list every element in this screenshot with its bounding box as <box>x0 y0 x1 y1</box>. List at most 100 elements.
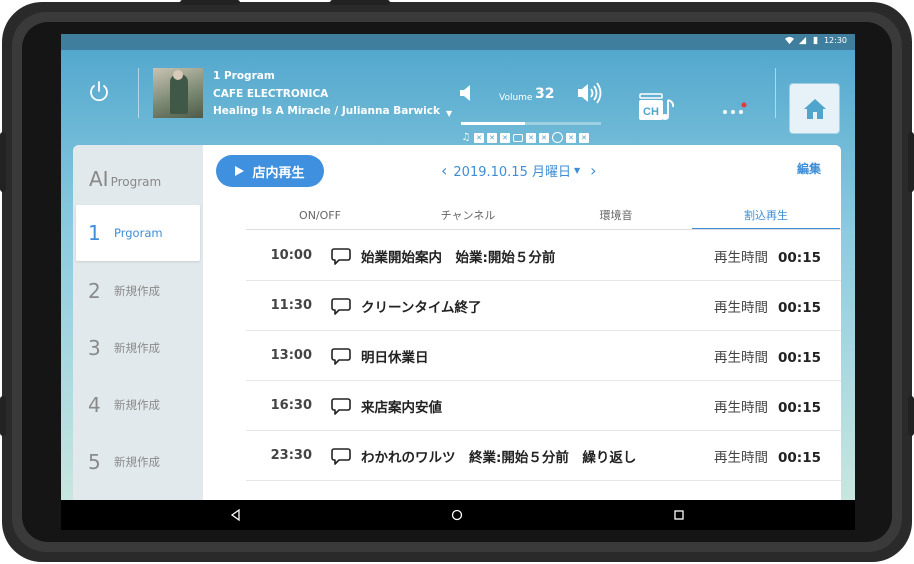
x-box-icon: ✕ <box>500 132 510 143</box>
current-date[interactable]: 2019.10.15 月曜日 <box>453 161 571 180</box>
recents-icon[interactable] <box>672 508 686 522</box>
status-bar: 12:30 <box>61 34 855 50</box>
divider <box>138 68 139 118</box>
track-name: Healing Is A Miracle / Julianna Barwick <box>213 105 440 117</box>
sidebar-item-program-3[interactable]: 3 新規作成 <box>76 320 200 376</box>
duration-value: 00:15 <box>778 299 821 316</box>
bubble-icon <box>513 133 523 142</box>
home-icon <box>803 98 826 119</box>
speech-bubble-icon <box>331 297 351 315</box>
edit-button[interactable]: 編集 <box>797 160 821 177</box>
sidebar-title-program: Program <box>110 175 162 189</box>
slot-label: 新規作成 <box>114 398 160 412</box>
slot-label: 新規作成 <box>114 341 160 355</box>
duration-value: 00:15 <box>778 449 821 466</box>
sidebar-title: AI Program <box>89 167 161 191</box>
x-box-icon: ✕ <box>474 132 484 143</box>
tabs-divider <box>246 229 841 230</box>
top-button <box>330 0 390 5</box>
row-title: クリーンタイム終了 <box>361 299 482 316</box>
side-button <box>908 132 914 192</box>
volume-label: Volume <box>499 93 533 103</box>
sidebar-item-program-2[interactable]: 2 新規作成 <box>76 263 200 319</box>
sidebar-item-program-1[interactable]: 1 Prgoram <box>76 205 200 261</box>
tab-interrupt-play[interactable]: 割込再生 <box>692 204 840 230</box>
sidebar-item-program-5[interactable]: 5 新規作成 <box>76 434 200 490</box>
chevron-right-icon[interactable]: › <box>584 161 602 180</box>
duration-label: 再生時間 <box>714 249 769 266</box>
row-title: 来店案内安値 <box>361 399 442 416</box>
volume-value: 32 <box>535 86 555 102</box>
back-icon[interactable] <box>229 508 243 522</box>
schedule-row[interactable]: 13:00 明日休業日 再生時間 00:15 <box>246 331 841 381</box>
album-figure-head <box>173 70 183 80</box>
slot-label: 新規作成 <box>114 455 160 469</box>
track-info[interactable]: 1 Program CAFE ELECTRONICA Healing Is A … <box>213 68 452 123</box>
slot-label: Prgoram <box>114 226 163 240</box>
circle-icon <box>552 132 563 143</box>
volume-slider[interactable] <box>461 122 601 125</box>
top-button <box>180 0 240 5</box>
volume-up-icon[interactable] <box>577 82 603 104</box>
main-panel: AI Program 1 Prgoram 2 新規作成 3 新規作成 4 新規作成 <box>73 145 841 530</box>
schedule-content: 店内再生 ‹ 2019.10.15 月曜日 ▼ › 編集 ON/OFF チャンネ… <box>203 145 841 530</box>
chevron-down-icon[interactable]: ▼ <box>574 166 580 175</box>
row-time: 11:30 <box>270 298 312 313</box>
notification-dot <box>741 102 747 108</box>
row-duration: 再生時間 00:15 <box>714 446 821 466</box>
slot-number: 1 <box>88 221 101 245</box>
duration-label: 再生時間 <box>714 349 769 366</box>
home-button[interactable] <box>790 84 839 133</box>
speech-bubble-icon <box>331 397 351 415</box>
channel-icon[interactable]: CH <box>638 92 678 126</box>
x-box-icon: ✕ <box>579 132 589 143</box>
battery-icon <box>813 36 818 45</box>
album-figure <box>170 74 188 114</box>
slot-number: 5 <box>88 450 101 474</box>
speech-bubble-icon <box>331 347 351 365</box>
volume-slider-fill <box>461 122 526 125</box>
more-icon[interactable] <box>721 102 751 116</box>
schedule-row[interactable]: 23:30 わかれのワルツ 終業:開始５分前 繰り返し 再生時間 00:15 <box>246 431 841 481</box>
artist-name: CAFE ELECTRONICA <box>213 87 329 100</box>
chevron-down-icon[interactable]: ▼ <box>446 105 452 123</box>
schedule-tabs: ON/OFF チャンネル 環境音 割込再生 <box>246 204 841 230</box>
side-button <box>0 396 6 436</box>
x-box-icon: ✕ <box>526 132 536 143</box>
tab-on-off[interactable]: ON/OFF <box>246 204 394 228</box>
wifi-icon <box>784 36 794 45</box>
tab-ambient[interactable]: 環境音 <box>542 204 690 228</box>
row-time: 16:30 <box>270 398 312 413</box>
volume-down-icon[interactable] <box>459 84 475 102</box>
signal-icon <box>798 36 807 45</box>
row-title: わかれのワルツ 終業:開始５分前 繰り返し <box>361 449 637 466</box>
row-duration: 再生時間 00:15 <box>714 246 821 266</box>
duration-value: 00:15 <box>778 349 821 366</box>
tab-channel[interactable]: チャンネル <box>394 204 542 228</box>
sidebar-title-ai: AI <box>89 167 109 191</box>
row-time: 23:30 <box>270 448 312 463</box>
date-navigator: ‹ 2019.10.15 月曜日 ▼ › <box>435 161 603 180</box>
home-nav-icon[interactable] <box>450 508 464 522</box>
speech-bubble-icon <box>331 247 351 265</box>
chevron-left-icon[interactable]: ‹ <box>435 161 453 180</box>
side-button <box>908 396 914 436</box>
note-icon: ♫ <box>461 131 471 143</box>
power-icon[interactable] <box>87 80 111 104</box>
channel-label: CH <box>643 106 659 118</box>
store-play-button[interactable]: 店内再生 <box>216 155 324 187</box>
player-header: 1 Program CAFE ELECTRONICA Healing Is A … <box>61 50 855 145</box>
slot-number: 2 <box>88 279 101 303</box>
row-duration: 再生時間 00:15 <box>714 346 821 366</box>
x-box-icon: ✕ <box>566 132 576 143</box>
schedule-row[interactable]: 10:00 始業開始案内 始業:開始５分前 再生時間 00:15 <box>246 231 841 281</box>
row-title: 始業開始案内 始業:開始５分前 <box>361 249 556 266</box>
row-title: 明日休業日 <box>361 349 429 366</box>
schedule-row[interactable]: 16:30 来店案内安値 再生時間 00:15 <box>246 381 841 431</box>
slot-number: 4 <box>88 393 101 417</box>
album-art[interactable] <box>153 68 203 118</box>
schedule-row[interactable]: 11:30 クリーンタイム終了 再生時間 00:15 <box>246 281 841 331</box>
row-time: 10:00 <box>270 248 312 263</box>
row-duration: 再生時間 00:15 <box>714 296 821 316</box>
sidebar-item-program-4[interactable]: 4 新規作成 <box>76 377 200 433</box>
